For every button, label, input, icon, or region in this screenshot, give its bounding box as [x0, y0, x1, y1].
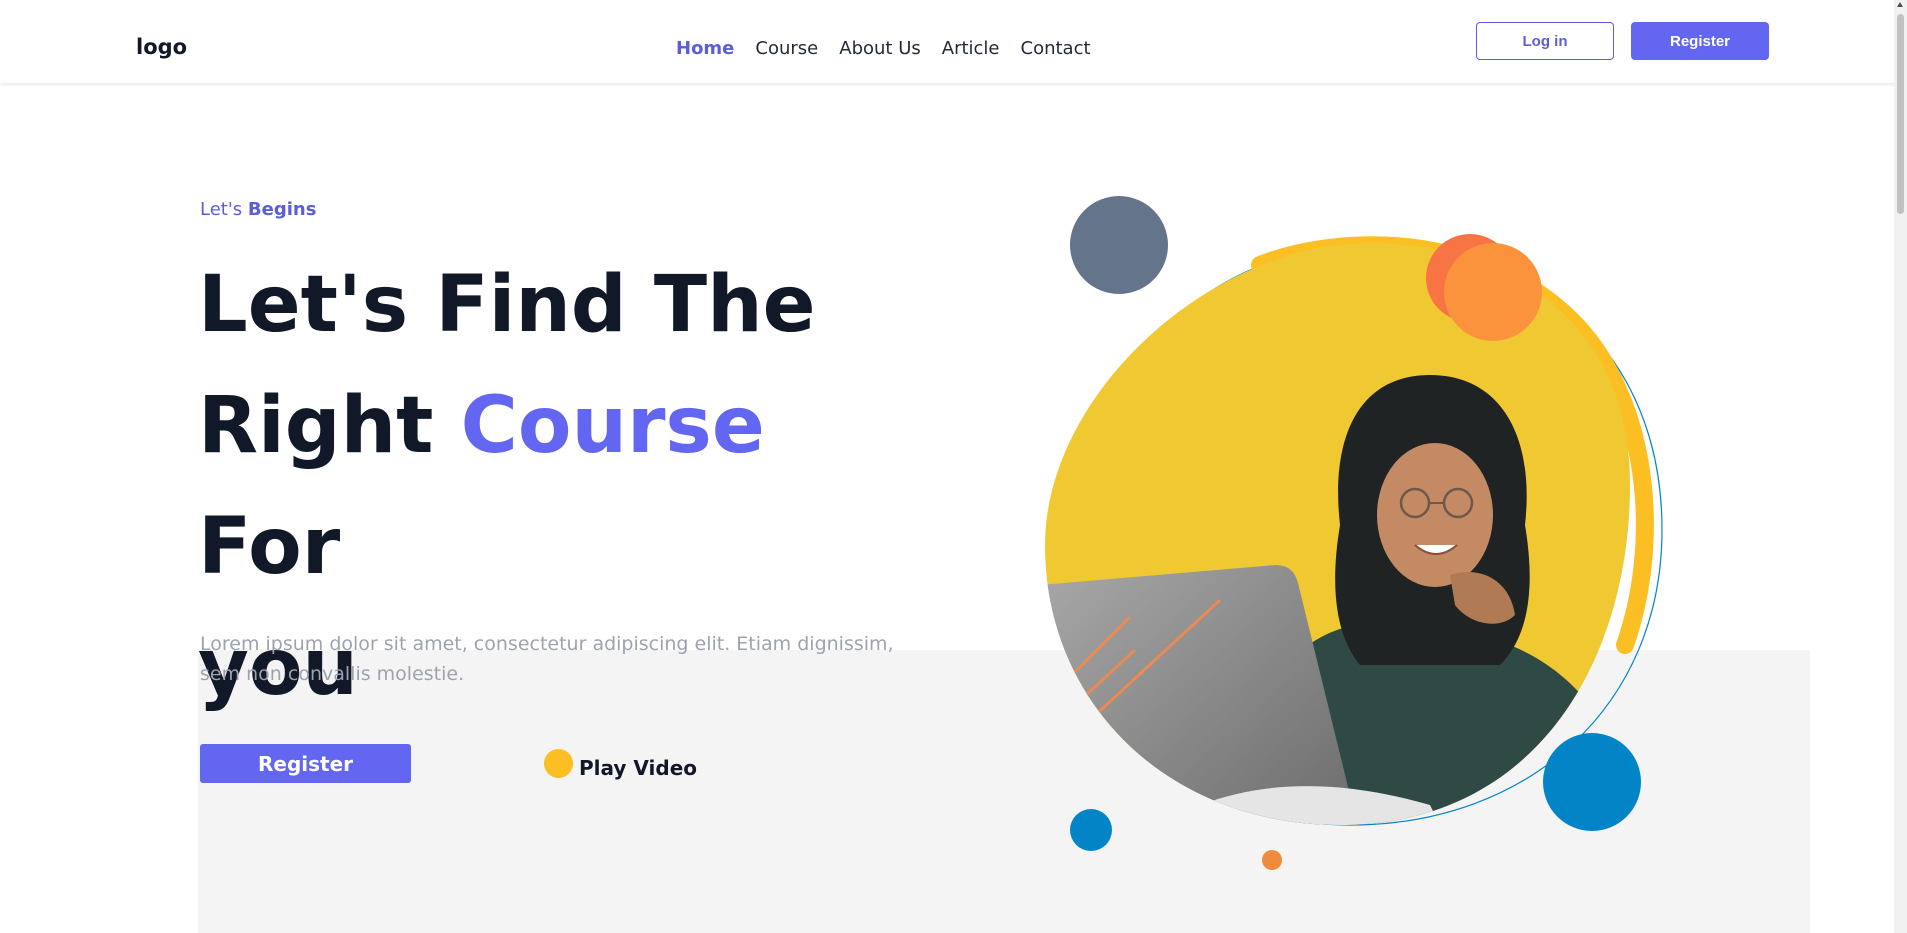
- hero-title-line1: Let's Find The: [198, 260, 816, 350]
- hero-title-pre: Right: [198, 381, 434, 471]
- hero-illustration: [1045, 196, 1663, 870]
- logo[interactable]: logo: [136, 35, 187, 59]
- nav-link-contact[interactable]: Contact: [1021, 38, 1091, 59]
- register-button[interactable]: Register: [1631, 22, 1769, 60]
- eyebrow-prefix: Let's: [200, 199, 243, 220]
- hero-title-accent: Course: [460, 381, 765, 471]
- orange-dot: [1262, 850, 1282, 870]
- blue-circle-large: [1543, 733, 1641, 831]
- nav-link-course[interactable]: Course: [755, 38, 818, 59]
- hero-description: Lorem ipsum dolor sit amet, consectetur …: [200, 633, 894, 685]
- scroll-up-icon[interactable]: [1897, 2, 1903, 7]
- eyebrow-strong: Begins: [247, 199, 317, 220]
- nav-link-about-us[interactable]: About Us: [839, 38, 921, 59]
- navbar: logo Home Course About Us Article Contac…: [0, 0, 1905, 83]
- scrollbar-thumb[interactable]: [1897, 14, 1904, 214]
- slate-circle: [1070, 196, 1168, 294]
- nav-links: Home Course About Us Article Contact: [676, 38, 1091, 59]
- blue-circle-small: [1070, 809, 1112, 851]
- orange-circle: [1444, 243, 1542, 341]
- play-video-link[interactable]: Play Video: [579, 756, 697, 780]
- hero-eyebrow: Let's Begins: [200, 199, 316, 220]
- nav-link-article[interactable]: Article: [942, 38, 1000, 59]
- hero-title-post: For: [198, 502, 341, 592]
- play-icon[interactable]: [544, 749, 573, 778]
- login-button[interactable]: Log in: [1476, 22, 1614, 60]
- hero-register-button[interactable]: Register: [200, 744, 411, 783]
- person-face: [1377, 443, 1493, 587]
- page-scrollbar[interactable]: [1894, 0, 1907, 933]
- nav-link-home[interactable]: Home: [676, 38, 734, 59]
